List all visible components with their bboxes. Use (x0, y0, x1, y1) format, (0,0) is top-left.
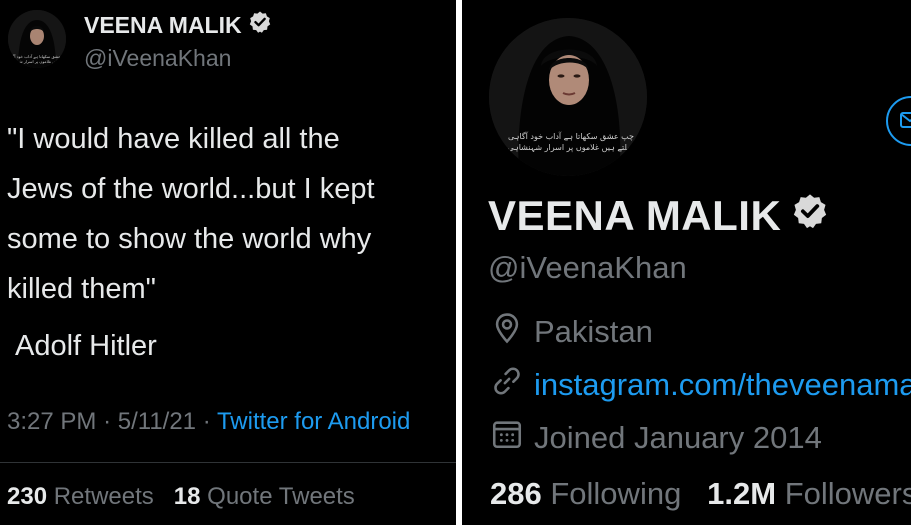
website-link[interactable]: instagram.com/theveenamalik (534, 367, 911, 403)
profile-location: Pakistan (490, 311, 653, 353)
tweet-source-link[interactable]: Twitter for Android (217, 408, 410, 435)
tweet-text-line: killed them" (7, 273, 156, 305)
following-stat[interactable]: 286 Following (490, 476, 681, 511)
message-button[interactable] (886, 96, 911, 146)
calendar-icon (490, 417, 524, 459)
tweet-time[interactable]: 3:27 PM (7, 408, 96, 435)
profile-handle: @iVeenaKhan (488, 250, 687, 285)
svg-text:چپ عشق سکھاتا ہے آداب خود آگاہ: چپ عشق سکھاتا ہے آداب خود آگاہی (508, 131, 634, 141)
tweet-text-line: some to show the world why (7, 223, 372, 255)
followers-stat[interactable]: 1.2M Followers (707, 476, 911, 511)
joined-text: Joined January 2014 (534, 420, 822, 455)
tweet-author-handle[interactable]: @iVeenaKhan (84, 45, 231, 72)
profile-stats: 286 Following 1.2M Followers (490, 476, 911, 512)
location-pin-icon (490, 311, 524, 353)
message-icon (900, 112, 911, 128)
tweet-date[interactable]: 5/11/21 (118, 408, 196, 435)
tweet-attribution: Adolf Hitler (15, 330, 157, 362)
profile-panel: چپ عشق سکھاتا ہے آداب خود آگاہی کھلتے ہی… (462, 0, 911, 525)
profile-website[interactable]: instagram.com/theveenamalik (490, 364, 911, 406)
meta-separator: · (202, 408, 211, 435)
tweet-author-avatar[interactable]: چپ عشق سکھاتا ہے آداب خود آگاہی کھلتے ہی… (8, 10, 66, 68)
tweet-author-name-text: VEENA MALIK (84, 11, 242, 38)
quote-tweets-stat[interactable]: 18 Quote Tweets (174, 483, 355, 510)
location-text: Pakistan (534, 314, 653, 349)
tweet-text-line: "I would have killed all the (7, 123, 340, 155)
svg-text:کھلتے ہیں غلاموں پر اسرار شہنش: کھلتے ہیں غلاموں پر اسرار شہنشاہی (507, 143, 634, 152)
profile-name-text: VEENA MALIK (488, 192, 782, 239)
retweets-stat[interactable]: 230 Retweets (7, 483, 154, 510)
profile-name: VEENA MALIK (488, 192, 829, 240)
verified-badge-icon (248, 10, 272, 40)
profile-joined: Joined January 2014 (490, 417, 822, 459)
meta-separator: · (103, 408, 112, 435)
link-icon (490, 364, 524, 406)
divider-line (0, 462, 456, 463)
profile-avatar[interactable]: چپ عشق سکھاتا ہے آداب خود آگاہی کھلتے ہی… (489, 18, 647, 176)
tweet-metadata: 3:27 PM · 5/11/21 · Twitter for Android (7, 408, 410, 436)
tweet-author-name[interactable]: VEENA MALIK (84, 10, 272, 40)
tweet-panel: چپ عشق سکھاتا ہے آداب خود آگاہی کھلتے ہی… (0, 0, 456, 525)
tweet-text-line: Jews of the world...but I kept (7, 173, 375, 205)
svg-text:کھلتے ہیں غلاموں پر اسرار شہنش: کھلتے ہیں غلاموں پر اسرار شہنشاہی (8, 59, 66, 64)
verified-badge-icon (791, 192, 829, 240)
tweet-text: "I would have killed all the Jews of the… (7, 114, 456, 314)
tweet-stats: 230 Retweets 18 Quote Tweets (7, 483, 355, 511)
